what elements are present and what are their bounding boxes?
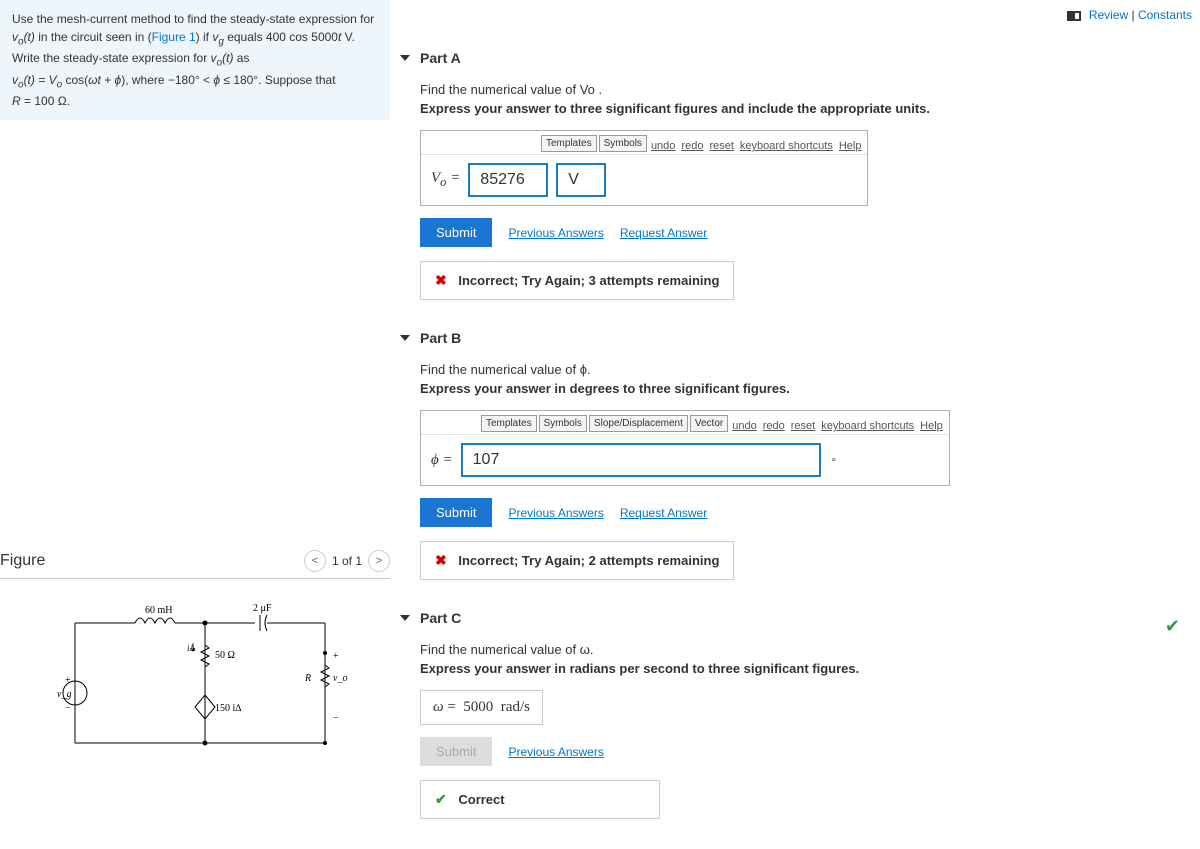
part-a-instr2: Express your answer to three significant… <box>420 101 1200 116</box>
part-a-feedback-text: Incorrect; Try Again; 3 attempts remaini… <box>458 273 719 288</box>
undo-button[interactable]: undo <box>730 420 758 432</box>
label-150ia: 150 i∆ <box>215 703 241 714</box>
reset-button[interactable]: reset <box>707 140 735 152</box>
figure-title: Figure <box>0 552 45 570</box>
part-a-instr1: Find the numerical value of Vo . <box>420 82 1200 97</box>
svg-text:−: − <box>65 703 71 714</box>
part-b-section: Part B Find the numerical value of ϕ. Ex… <box>400 330 1200 580</box>
part-a-submit-button[interactable]: Submit <box>420 218 492 247</box>
review-link[interactable]: Review <box>1089 8 1128 22</box>
check-icon: ✔ <box>1165 616 1180 637</box>
figure-1-link[interactable]: Figure 1 <box>152 30 196 44</box>
part-a-value-input[interactable]: 85276 <box>468 163 548 197</box>
label-vo: v_o <box>333 673 347 684</box>
undo-button[interactable]: undo <box>649 140 677 152</box>
caret-down-icon <box>400 55 410 61</box>
symbols-button[interactable]: Symbols <box>599 135 647 152</box>
shortcuts-button[interactable]: keyboard shortcuts <box>819 420 916 432</box>
part-a-request-answer-link[interactable]: Request Answer <box>620 226 707 240</box>
part-b-feedback: ✖ Incorrect; Try Again; 2 attempts remai… <box>420 541 734 580</box>
x-icon: ✖ <box>435 552 447 568</box>
part-a-title: Part A <box>420 50 461 66</box>
part-c-submit-button: Submit <box>420 737 492 766</box>
templates-button[interactable]: Templates <box>481 415 537 432</box>
label-60mh: 60 mH <box>145 605 173 616</box>
label-R: R <box>304 673 311 684</box>
svg-text:+: + <box>333 651 339 662</box>
help-button[interactable]: Help <box>918 420 945 432</box>
problem-text: Use the mesh-current method to find the … <box>12 12 374 26</box>
svg-text:−: − <box>333 713 339 724</box>
header-links: Review | Constants <box>1067 8 1192 22</box>
figure-next-button[interactable]: > <box>368 550 390 572</box>
part-b-submit-button[interactable]: Submit <box>420 498 492 527</box>
part-b-title: Part B <box>420 330 461 346</box>
caret-down-icon <box>400 335 410 341</box>
x-icon: ✖ <box>435 272 447 288</box>
label-2uf: 2 μF <box>253 603 272 614</box>
caret-down-icon <box>400 615 410 621</box>
svg-text:+: + <box>65 675 71 686</box>
help-button[interactable]: Help <box>837 140 864 152</box>
label-50ohm: 50 Ω <box>215 650 235 661</box>
part-a-input-frame: Templates Symbols undo redo reset keyboa… <box>420 130 868 206</box>
part-c-toggle[interactable]: Part C <box>400 610 461 626</box>
part-b-request-answer-link[interactable]: Request Answer <box>620 506 707 520</box>
shortcuts-button[interactable]: keyboard shortcuts <box>738 140 835 152</box>
part-a-var-label: Vo = <box>431 170 460 190</box>
figure-prev-button[interactable]: < <box>304 550 326 572</box>
part-a-unit-input[interactable]: V <box>556 163 606 197</box>
part-c-instr1: Find the numerical value of ω. <box>420 642 1200 657</box>
part-b-instr2: Express your answer in degrees to three … <box>420 381 1200 396</box>
part-b-value-input[interactable]: 107 <box>461 443 821 477</box>
redo-button[interactable]: redo <box>761 420 787 432</box>
degree-symbol: ∘ <box>831 455 837 466</box>
part-c-prev-answers-link[interactable]: Previous Answers <box>508 745 603 759</box>
vector-button[interactable]: Vector <box>690 415 728 432</box>
figure-panel: Figure < 1 of 1 > <box>0 550 390 763</box>
reset-button[interactable]: reset <box>789 420 817 432</box>
part-b-instr1: Find the numerical value of ϕ. <box>420 362 1200 377</box>
flag-icon <box>1067 11 1081 21</box>
part-a-toolbar: Templates Symbols undo redo reset keyboa… <box>421 131 867 155</box>
part-b-var-label: ϕ = <box>431 452 453 469</box>
templates-button[interactable]: Templates <box>541 135 597 152</box>
part-b-input-frame: Templates Symbols Slope/Displacement Vec… <box>420 410 950 486</box>
figure-page: 1 of 1 <box>332 554 362 568</box>
part-b-feedback-text: Incorrect; Try Again; 2 attempts remaini… <box>458 553 719 568</box>
problem-statement: Use the mesh-current method to find the … <box>0 0 390 120</box>
part-a-feedback: ✖ Incorrect; Try Again; 3 attempts remai… <box>420 261 734 300</box>
part-c-feedback-text: Correct <box>458 792 504 807</box>
part-c-feedback: ✔ Correct <box>420 780 660 819</box>
redo-button[interactable]: redo <box>679 140 705 152</box>
constants-link[interactable]: Constants <box>1138 8 1192 22</box>
slope-button[interactable]: Slope/Displacement <box>589 415 688 432</box>
symbols-button[interactable]: Symbols <box>539 415 587 432</box>
part-c-title: Part C <box>420 610 461 626</box>
part-a-prev-answers-link[interactable]: Previous Answers <box>508 226 603 240</box>
part-b-toolbar: Templates Symbols Slope/Displacement Vec… <box>421 411 949 435</box>
part-b-toggle[interactable]: Part B <box>400 330 1200 346</box>
part-a-toggle[interactable]: Part A <box>400 50 1200 66</box>
part-c-answer-display: ω = 5000 rad/s <box>420 690 543 725</box>
part-c-instr2: Express your answer in radians per secon… <box>420 661 1200 676</box>
label-vg: v_g <box>57 689 71 700</box>
part-b-prev-answers-link[interactable]: Previous Answers <box>508 506 603 520</box>
part-a-section: Part A Find the numerical value of Vo . … <box>400 50 1200 300</box>
circuit-diagram: 60 mH 2 μF 50 Ω 150 i∆ v_g + − R v_o + −… <box>35 603 355 763</box>
part-c-section: Part C ✔ Find the numerical value of ω. … <box>400 610 1200 819</box>
check-icon: ✔ <box>435 791 447 807</box>
